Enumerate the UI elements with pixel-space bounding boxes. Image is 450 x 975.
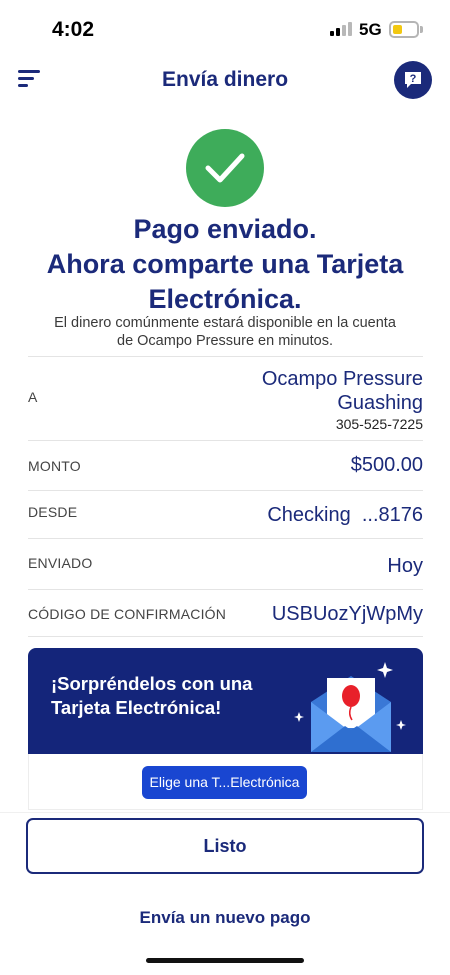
promo-line: ¡Sorpréndelos con una: [51, 673, 253, 694]
promo-footer: Elige una T...Electrónica: [28, 754, 423, 810]
confirmation-label: CÓDIGO DE CONFIRMACIÓN: [28, 606, 227, 622]
status-bar: 4:02 5G: [0, 0, 450, 58]
svg-text:?: ?: [410, 73, 417, 85]
network-label: 5G: [359, 20, 382, 39]
recipient-name-line: Guashing: [337, 392, 423, 414]
detail-row-recipient: A Ocampo Pressure Guashing 305-525-7225: [28, 356, 423, 440]
send-new-payment-link[interactable]: Envía un nuevo pago: [0, 908, 450, 928]
sent-value: Hoy: [387, 555, 423, 577]
page-title: Envía dinero: [161, 68, 289, 91]
amount-value: $500.00: [350, 454, 423, 476]
ecard-promo-banner: ¡Sorpréndelos con una Tarjeta Electrónic…: [28, 648, 423, 754]
headline-line: Ahora comparte una Tarjeta: [46, 249, 404, 279]
subtext-line: de Ocampo Pressure en minutos.: [117, 333, 333, 349]
subtext-line: El dinero comúnmente estará disponible e…: [54, 315, 396, 331]
headline-line: Pago enviado.: [133, 214, 317, 244]
battery-tip: [420, 26, 423, 33]
availability-note: El dinero comúnmente estará disponible e…: [20, 314, 430, 350]
payment-details: A Ocampo Pressure Guashing 305-525-7225 …: [28, 356, 423, 637]
envelope-balloon-icon: [294, 662, 406, 752]
detail-row-amount: MONTO $500.00: [28, 440, 423, 490]
detail-row-confirmation: CÓDIGO DE CONFIRMACIÓN USBUozYjWpMy: [28, 589, 423, 637]
choose-ecard-button[interactable]: Elige una T...Electrónica: [142, 766, 307, 799]
from-account: Checking ...8176: [267, 504, 423, 526]
success-headline: Pago enviado. Ahora comparte una Tarjeta…: [10, 212, 440, 317]
help-button[interactable]: ?: [394, 61, 432, 99]
done-button[interactable]: Listo: [26, 818, 424, 874]
from-label: DESDE: [28, 504, 78, 520]
sent-label: ENVIADO: [28, 555, 93, 571]
status-time: 4:02: [52, 18, 95, 41]
headline-line: Electrónica.: [148, 284, 302, 314]
promo-text: ¡Sorpréndelos con una Tarjeta Electrónic…: [51, 672, 291, 720]
home-indicator[interactable]: [146, 958, 304, 963]
battery-icon: [389, 21, 419, 38]
recipient-label: A: [28, 389, 38, 405]
detail-row-from: DESDE Checking ...8176: [28, 490, 423, 538]
recipient-phone: 305-525-7225: [335, 416, 423, 432]
help-icon: ?: [405, 72, 421, 88]
recipient-name-line: Ocampo Pressure: [261, 368, 423, 390]
detail-row-sent: ENVIADO Hoy: [28, 538, 423, 589]
amount-label: MONTO: [28, 458, 81, 474]
promo-line: Tarjeta Electrónica!: [51, 697, 222, 718]
checkmark-icon: [186, 129, 264, 207]
confirmation-code: USBUozYjWpMy: [271, 603, 423, 625]
signal-icon: [330, 22, 354, 36]
recipient-name: Ocampo Pressure Guashing: [262, 367, 423, 415]
